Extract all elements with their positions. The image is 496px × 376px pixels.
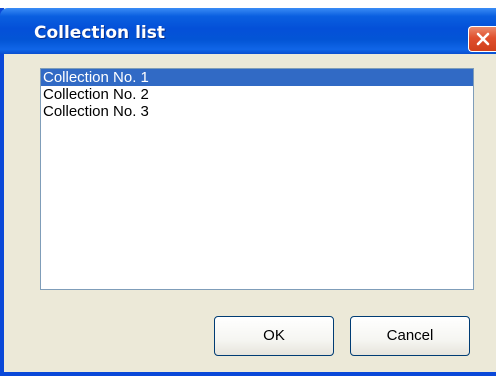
list-item[interactable]: Collection No. 1	[41, 69, 473, 86]
collection-listbox[interactable]: Collection No. 1 Collection No. 2 Collec…	[40, 68, 474, 290]
ok-button[interactable]: OK	[214, 316, 334, 356]
close-button[interactable]	[468, 26, 496, 52]
title-bar[interactable]: Collection list	[0, 8, 496, 54]
cancel-button[interactable]: Cancel	[350, 316, 470, 356]
dialog-title: Collection list	[34, 23, 165, 43]
list-item[interactable]: Collection No. 3	[41, 103, 473, 120]
close-icon	[476, 32, 490, 46]
list-item[interactable]: Collection No. 2	[41, 86, 473, 103]
